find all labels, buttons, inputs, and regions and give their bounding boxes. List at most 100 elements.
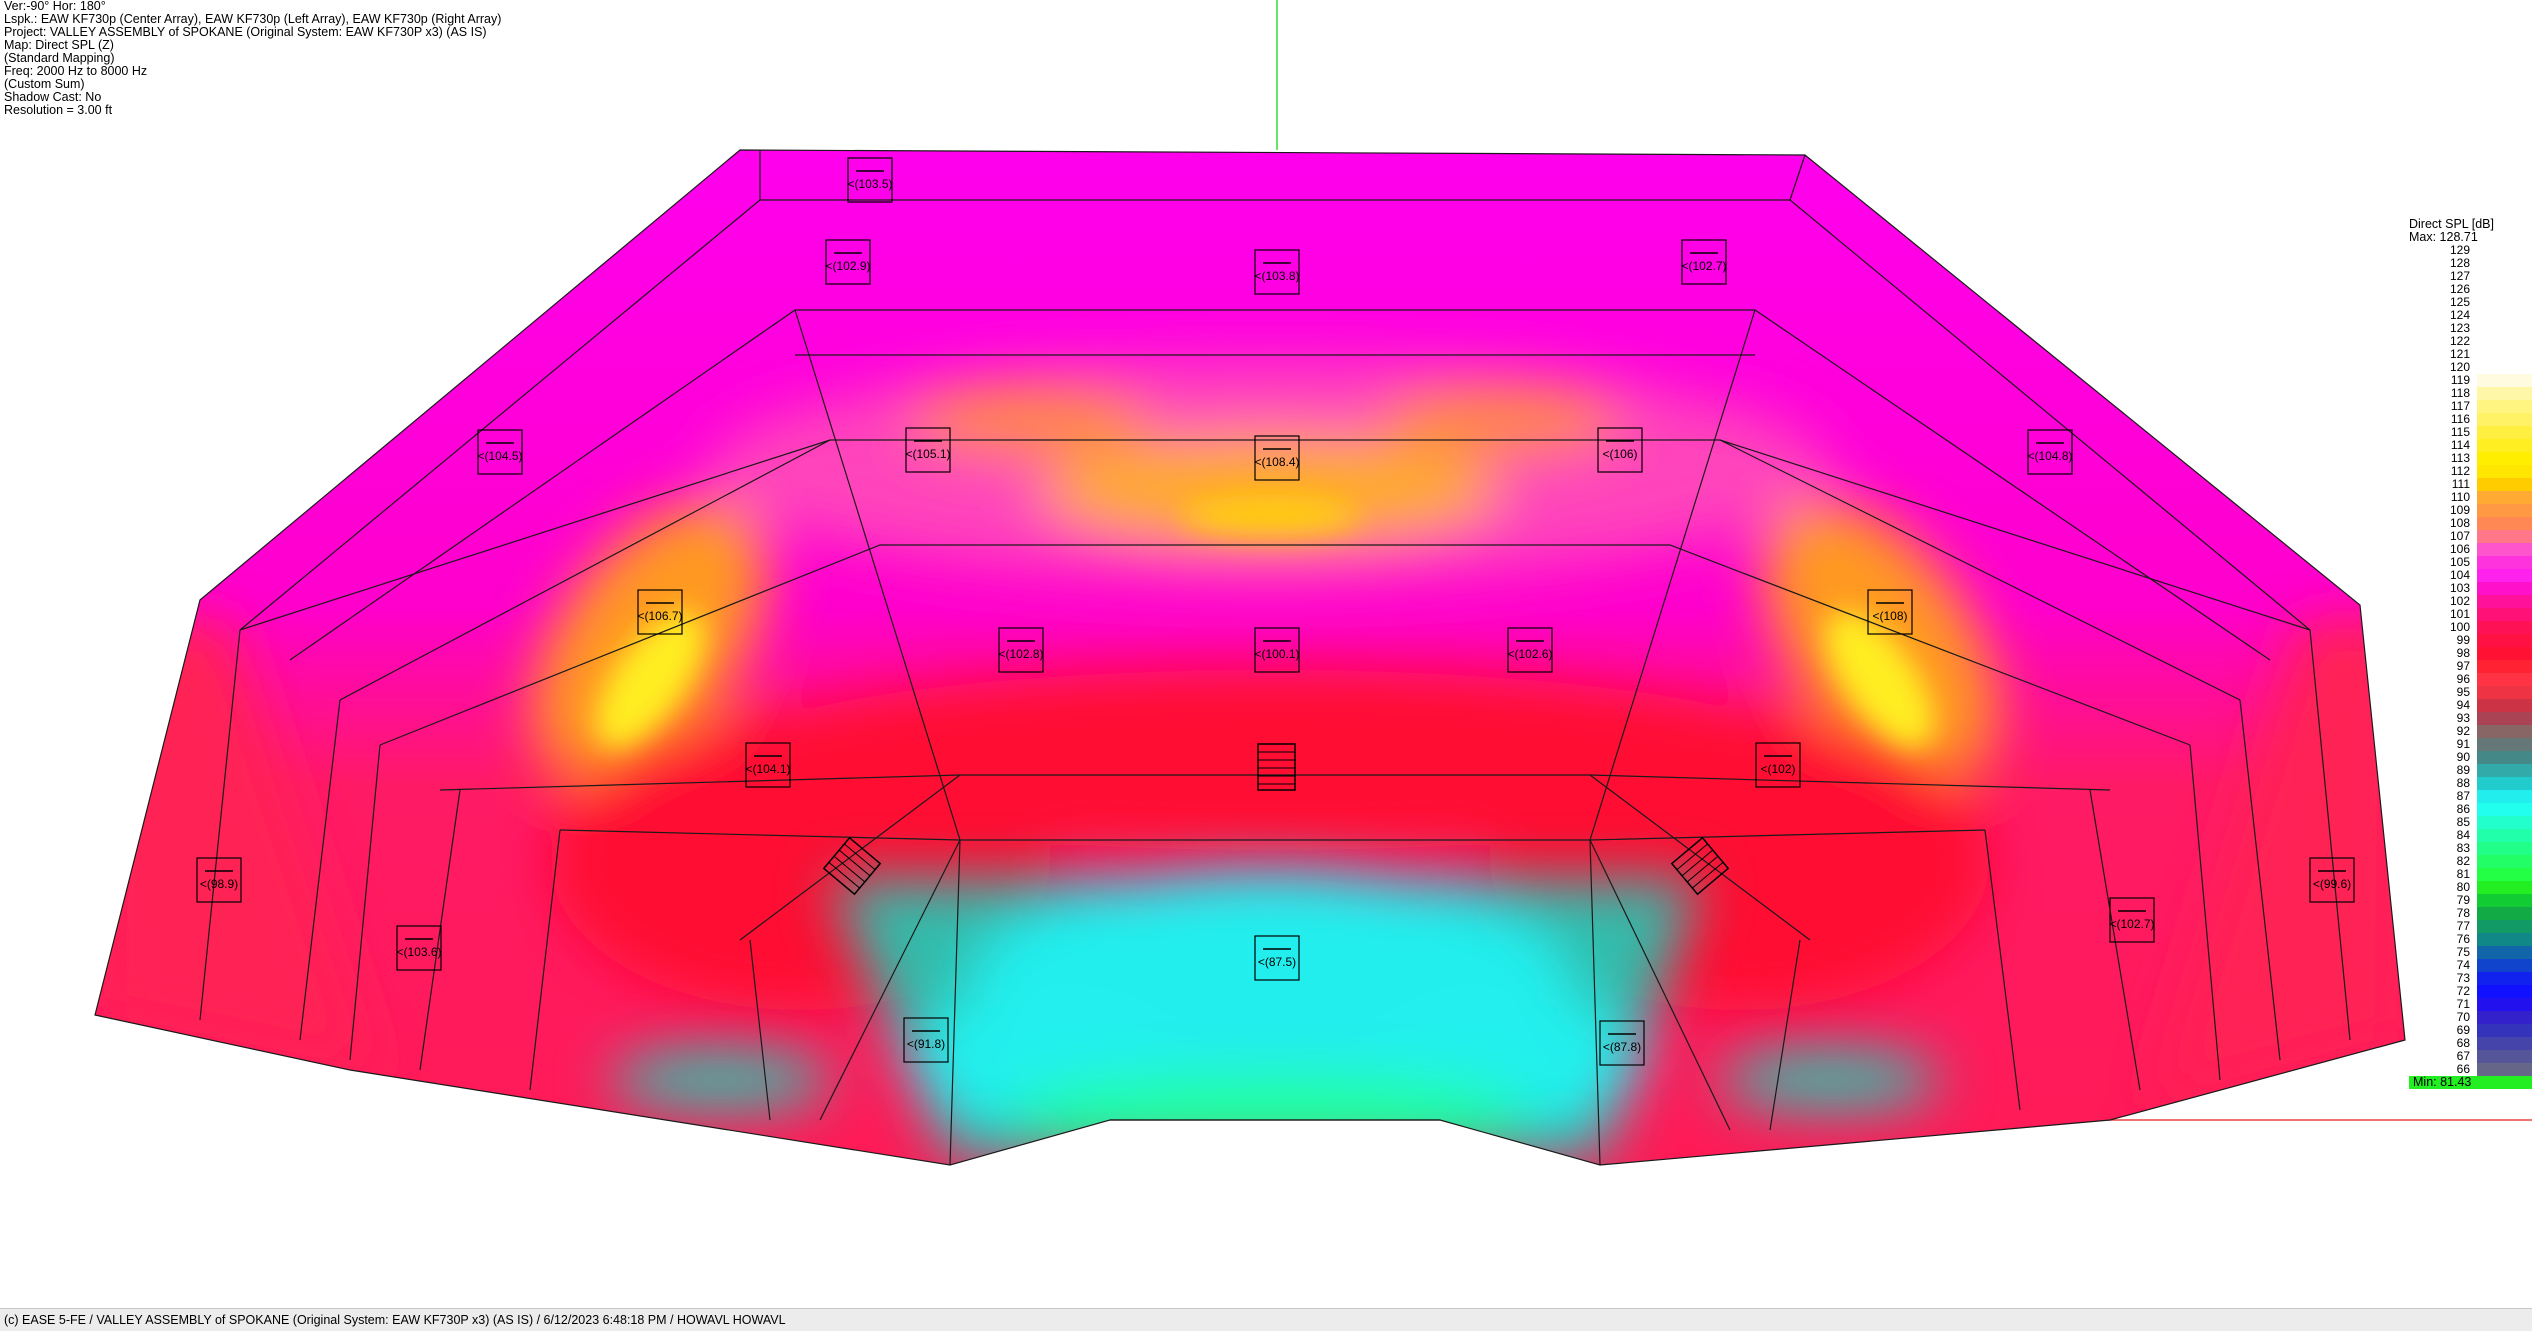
legend-swatch <box>2477 582 2532 595</box>
legend-swatch <box>2477 621 2532 634</box>
map-info-header: Ver:-90° Hor: 180° Lspk.: EAW KF730p (Ce… <box>4 0 501 117</box>
legend-row: 114 <box>2409 439 2532 452</box>
legend-row: 120 <box>2409 361 2532 374</box>
legend-swatch <box>2477 335 2532 348</box>
legend-swatch <box>2477 738 2532 751</box>
legend-row: 96 <box>2409 673 2532 686</box>
legend-swatch <box>2477 881 2532 894</box>
legend-row: 82 <box>2409 855 2532 868</box>
marker-spl-value: <(108) <box>1872 609 1907 623</box>
legend-swatch <box>2477 556 2532 569</box>
legend-min: Min: 81.43 <box>2409 1076 2532 1089</box>
legend-swatch <box>2477 283 2532 296</box>
legend-swatch <box>2477 361 2532 374</box>
legend-swatch <box>2477 270 2532 283</box>
legend-row: 81 <box>2409 868 2532 881</box>
legend-row: 129 <box>2409 244 2532 257</box>
legend-row: 117 <box>2409 400 2532 413</box>
legend-swatch <box>2477 517 2532 530</box>
legend-row: 121 <box>2409 348 2532 361</box>
spl-color-legend: Direct SPL [dB] Max: 128.71 129 128 127 126… <box>2409 218 2532 1095</box>
legend-swatch <box>2477 660 2532 673</box>
legend-swatch <box>2477 868 2532 881</box>
resolution-text: Resolution = 3.00 ft <box>4 103 113 117</box>
legend-row: 74 <box>2409 959 2532 972</box>
legend-row: 91 <box>2409 738 2532 751</box>
legend-swatch <box>2477 829 2532 842</box>
legend-row: 67 <box>2409 1050 2532 1063</box>
legend-row: 87 <box>2409 790 2532 803</box>
legend-row: 119 <box>2409 374 2532 387</box>
legend-row: 104 <box>2409 569 2532 582</box>
legend-swatch <box>2477 504 2532 517</box>
legend-row: 108 <box>2409 517 2532 530</box>
legend-swatch <box>2477 400 2532 413</box>
legend-swatch <box>2477 595 2532 608</box>
legend-row: 85 <box>2409 816 2532 829</box>
legend-swatch <box>2477 751 2532 764</box>
legend-row: 94 <box>2409 699 2532 712</box>
marker-spl-value: <(87.5) <box>1258 955 1296 969</box>
legend-row: 105 <box>2409 556 2532 569</box>
legend-swatch <box>2477 348 2532 361</box>
legend-row: 111 <box>2409 478 2532 491</box>
legend-swatch <box>2477 1050 2532 1063</box>
marker-spl-value: <(87.8) <box>1603 1040 1641 1054</box>
legend-row: 93 <box>2409 712 2532 725</box>
marker-spl-value: <(105.1) <box>905 447 950 461</box>
legend-swatch <box>2477 1037 2532 1050</box>
legend-swatch <box>2477 634 2532 647</box>
legend-row: 89 <box>2409 764 2532 777</box>
legend-swatch <box>2477 803 2532 816</box>
legend-swatch <box>2477 296 2532 309</box>
legend-swatch <box>2477 673 2532 686</box>
status-bar: (c) EASE 5-FE / VALLEY ASSEMBLY of SPOKA… <box>0 1308 2532 1331</box>
legend-swatch <box>2477 790 2532 803</box>
legend-row: 123 <box>2409 322 2532 335</box>
legend-row: 86 <box>2409 803 2532 816</box>
legend-row: 100 <box>2409 621 2532 634</box>
legend-swatch <box>2477 998 2532 1011</box>
legend-swatch <box>2477 712 2532 725</box>
legend-swatch <box>2477 777 2532 790</box>
legend-row: 122 <box>2409 335 2532 348</box>
marker-spl-value: <(102.7) <box>1681 259 1726 273</box>
legend-swatch <box>2477 322 2532 335</box>
legend-row: 79 <box>2409 894 2532 907</box>
marker-spl-value: <(104.5) <box>477 449 522 463</box>
legend-row: 106 <box>2409 543 2532 556</box>
legend-swatch <box>2477 569 2532 582</box>
marker-spl-value: <(108.4) <box>1254 455 1299 469</box>
legend-swatch <box>2477 686 2532 699</box>
legend-row: 126 <box>2409 283 2532 296</box>
legend-swatch <box>2477 465 2532 478</box>
legend-swatch <box>2477 699 2532 712</box>
legend-row: 127 <box>2409 270 2532 283</box>
legend-swatch <box>2477 985 2532 998</box>
legend-swatch <box>2477 920 2532 933</box>
legend-swatch <box>2477 816 2532 829</box>
legend-row: 73 <box>2409 972 2532 985</box>
legend-row: 99 <box>2409 634 2532 647</box>
legend-swatch <box>2477 647 2532 660</box>
legend-row: 72 <box>2409 985 2532 998</box>
legend-row: 71 <box>2409 998 2532 1011</box>
marker-spl-value: <(99.6) <box>2313 877 2351 891</box>
legend-swatch <box>2477 530 2532 543</box>
marker-spl-value: <(103.6) <box>396 945 441 959</box>
legend-row: 118 <box>2409 387 2532 400</box>
marker-spl-value: <(100.1) <box>1254 647 1299 661</box>
legend-row: 97 <box>2409 660 2532 673</box>
legend-row: 95 <box>2409 686 2532 699</box>
legend-row: 69 <box>2409 1024 2532 1037</box>
marker-spl-value: <(104.1) <box>745 762 790 776</box>
legend-row: 77 <box>2409 920 2532 933</box>
legend-swatch <box>2477 452 2532 465</box>
spl-map-viewport[interactable]: <(103.5) <(102.9) <(103.8) <(102.7) <(104.5)… <box>0 0 2532 1330</box>
legend-row: 92 <box>2409 725 2532 738</box>
legend-row: 84 <box>2409 829 2532 842</box>
legend-swatch <box>2477 842 2532 855</box>
legend-swatch <box>2477 426 2532 439</box>
legend-swatch <box>2477 1063 2532 1076</box>
legend-row: 98 <box>2409 647 2532 660</box>
